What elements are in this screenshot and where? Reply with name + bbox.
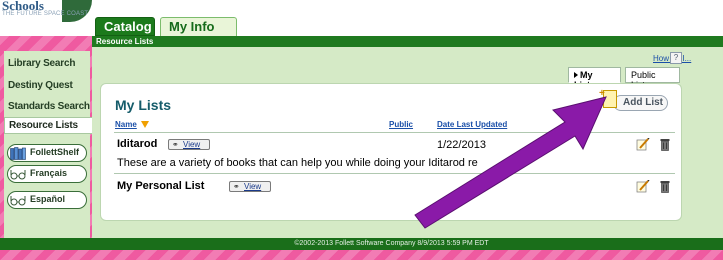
column-header-public[interactable]: Public — [389, 120, 413, 129]
note-icon — [603, 90, 617, 108]
add-list-button[interactable]: + Add List — [599, 88, 669, 112]
sidebar-item-label: Resource Lists — [9, 120, 78, 131]
follettshelf-button[interactable]: FollettShelf — [7, 144, 87, 162]
tab-my-lists[interactable]: My Lists — [568, 67, 621, 90]
add-list-label: Add List — [623, 97, 663, 108]
sidebar-item-resource-lists[interactable]: Resource Lists — [4, 117, 92, 134]
view-label: View — [244, 182, 262, 191]
help-question-icon[interactable]: ? — [670, 52, 682, 64]
lists-panel — [100, 83, 682, 221]
triangle-right-icon — [574, 72, 578, 78]
list-item-date: 1/22/2013 — [437, 139, 486, 151]
divider — [114, 173, 675, 174]
breadcrumb: Resource Lists — [96, 37, 154, 46]
edit-icon[interactable] — [636, 138, 650, 151]
view-label: View — [183, 140, 201, 149]
column-header-date[interactable]: Date Last Updated — [437, 120, 507, 129]
glasses-icon — [10, 196, 26, 206]
sidebar-item-library-search[interactable]: Library Search — [8, 58, 75, 69]
list-item-description: These are a variety of books that can he… — [117, 157, 478, 169]
sidebar-item-standards-search[interactable]: Standards Search — [8, 101, 90, 112]
column-header-name[interactable]: Name — [115, 120, 137, 129]
view-button[interactable]: ⚭ View — [168, 139, 210, 150]
list-item-name[interactable]: Iditarod — [117, 138, 157, 150]
trash-icon[interactable] — [660, 180, 670, 193]
sort-indicator-icon — [141, 121, 149, 128]
footer-text: ©2002-2013 Follett Software Company 8/9/… — [294, 240, 489, 247]
view-button[interactable]: ⚭ View — [229, 181, 271, 192]
page-title: My Lists — [115, 97, 172, 113]
trash-icon[interactable] — [660, 138, 670, 151]
tab-catalog[interactable]: Catalog — [95, 17, 155, 36]
follettshelf-label: FollettShelf — [30, 147, 79, 157]
espanol-label: Español — [30, 194, 66, 204]
divider — [114, 132, 675, 133]
binoculars-icon: ⚭ — [172, 140, 179, 149]
espanol-button[interactable]: Español — [7, 191, 87, 209]
edit-icon[interactable] — [636, 180, 650, 193]
francais-label: Français — [30, 168, 68, 178]
plus-icon: + — [599, 88, 605, 99]
list-item-name[interactable]: My Personal List — [117, 180, 204, 192]
logo-sub-text: THE FUTURE SPACE COAST — [2, 11, 89, 17]
tab-public-lists[interactable]: Public Lists — [625, 67, 680, 90]
binoculars-icon: ⚭ — [233, 182, 240, 191]
follettshelf-icon — [10, 147, 26, 160]
school-logo: Schools THE FUTURE SPACE COAST — [0, 0, 92, 32]
francais-button[interactable]: Français — [7, 165, 87, 183]
tab-bar — [92, 36, 723, 47]
sidebar-item-destiny-quest[interactable]: Destiny Quest — [8, 80, 73, 91]
glasses-icon — [10, 170, 26, 180]
tab-my-info[interactable]: My Info — [160, 17, 237, 36]
